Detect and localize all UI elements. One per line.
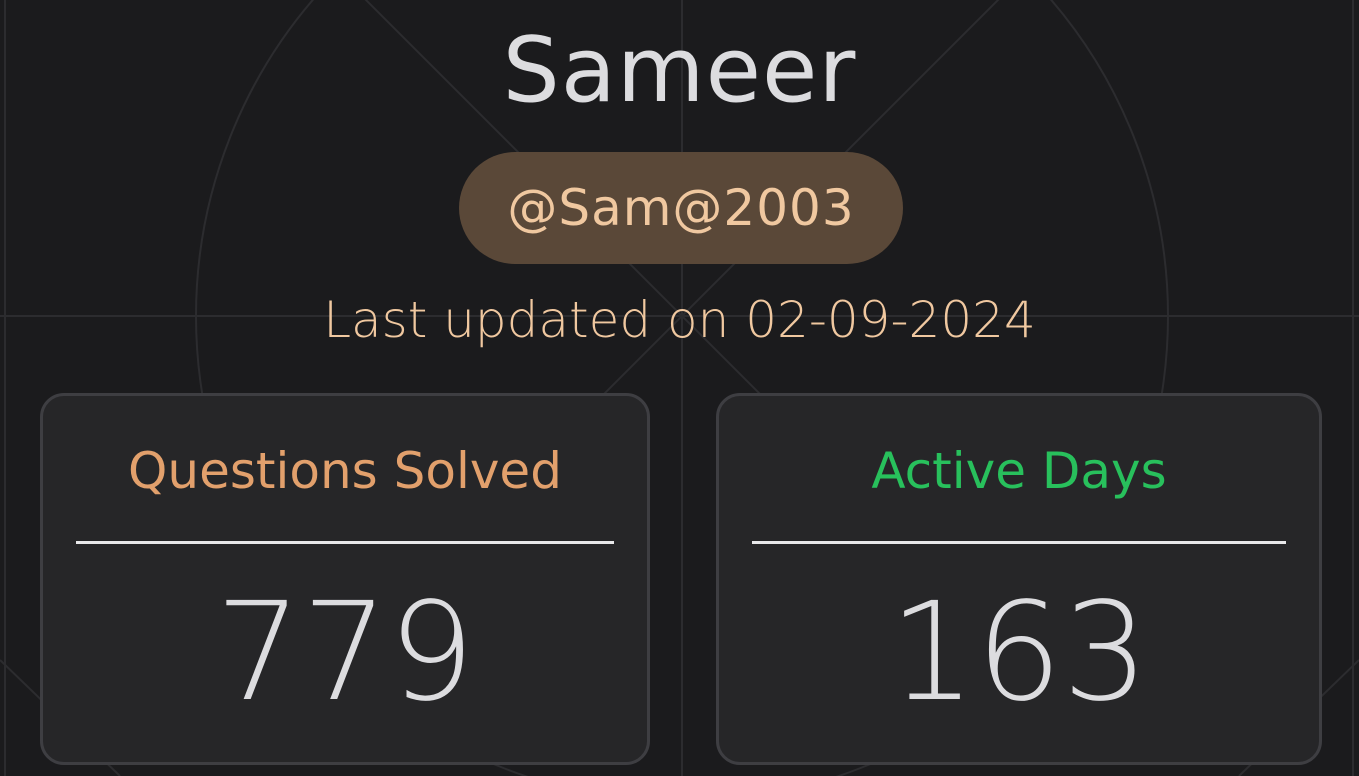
questions-solved-card: Questions Solved 779 — [40, 393, 650, 765]
questions-solved-value: 779 — [215, 574, 475, 732]
divider — [76, 541, 614, 544]
username-handle: @Sam@2003 — [507, 179, 855, 237]
profile-name: Sameer — [502, 18, 857, 123]
profile-stats-card: Sameer @Sam@2003 Last updated on 02-09-2… — [0, 0, 1359, 776]
active-days-card: Active Days 163 — [716, 393, 1322, 765]
active-days-value: 163 — [889, 574, 1149, 732]
active-days-label: Active Days — [871, 442, 1167, 500]
username-badge: @Sam@2003 — [459, 152, 903, 264]
questions-solved-label: Questions Solved — [128, 442, 562, 500]
last-updated-text: Last updated on 02-09-2024 — [323, 291, 1036, 349]
divider — [752, 541, 1286, 544]
